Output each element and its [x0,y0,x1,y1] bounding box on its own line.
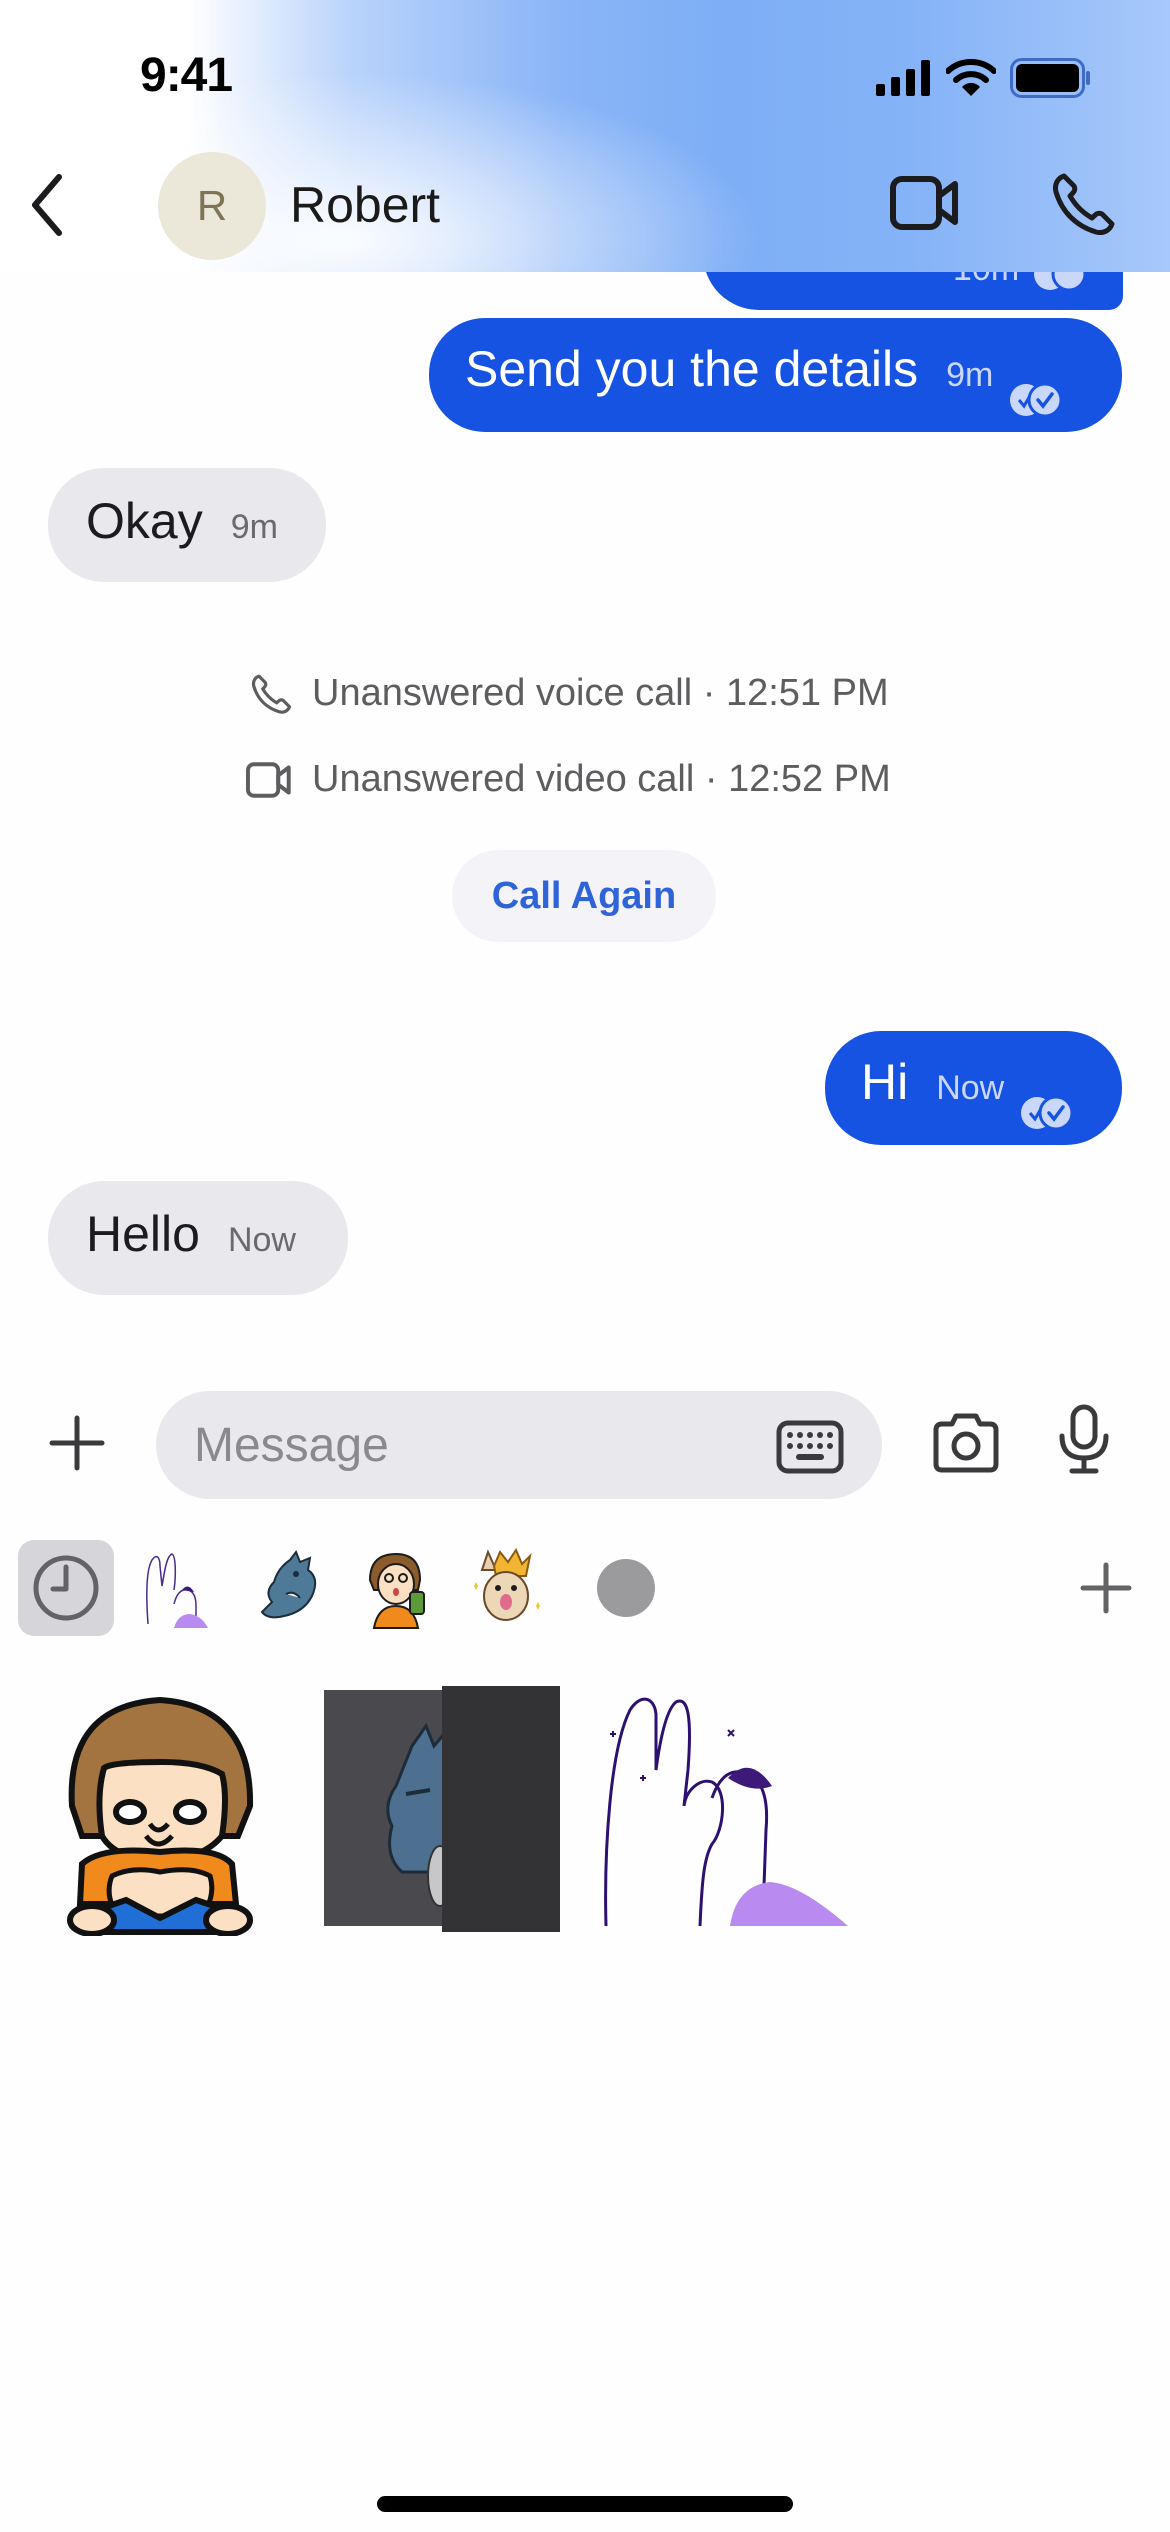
sticker-pack-icon [146,1553,208,1628]
attach-button[interactable] [48,1414,106,1477]
home-indicator[interactable] [377,2496,793,2512]
call-log-label: Unanswered video call · 12:52 PM [312,758,891,800]
sticker-tab-cat-pack[interactable] [242,1540,338,1636]
read-receipt-icon [1021,1095,1074,1131]
sticker-pack-icon [368,1552,425,1629]
sticker-tab-dog-pack[interactable] [458,1540,554,1636]
video-call-button[interactable] [890,176,960,235]
phone-icon [251,674,292,714]
message-bubble-received[interactable]: Hello Now [48,1181,348,1295]
chevron-left-icon [32,174,62,236]
message-time: Now [936,1069,1005,1107]
chat-header: 9:41 R Robert [0,0,1170,272]
sticker-hand-wave[interactable] [600,1690,850,1935]
battery-icon [1010,58,1090,98]
message-text: Okay [86,493,203,549]
sticker-tab-placeholder-pack[interactable] [578,1540,674,1636]
camera-button[interactable] [932,1410,1000,1479]
read-receipt-icon [1010,382,1063,418]
message-bubble-sent[interactable]: Send you the details 9m [429,318,1122,432]
sticker-cat-peeking[interactable] [322,1686,562,1937]
plus-icon [49,1415,105,1471]
video-camera-icon [890,176,958,230]
cat-peeking-door-sticker-image [324,1686,560,1932]
status-icons [876,58,1092,98]
message-input-container [156,1391,882,1499]
phone-icon [1053,173,1115,235]
sticker-pack-icon [474,1547,540,1621]
sticker-tab-girl-pack[interactable] [350,1540,446,1636]
call-log-voice: Unanswered voice call · 12:51 PM [250,672,889,715]
sticker-tab-recent[interactable] [18,1540,114,1636]
message-text: Hi [861,1054,909,1110]
keyboard-icon [776,1420,844,1474]
call-log-video: Unanswered video call · 12:52 PM [246,758,891,801]
wifi-icon [946,59,996,96]
contact-name[interactable]: Robert [290,176,440,234]
status-time: 9:41 [140,49,233,102]
microphone-button[interactable] [1056,1404,1112,1481]
call-log-label: Unanswered voice call · 12:51 PM [312,672,889,714]
message-time: Now [227,1221,296,1259]
hand-wave-person-sticker-image [604,1697,848,1927]
message-bubble-received[interactable]: Okay 9m [48,468,326,582]
keyboard-toggle-button[interactable] [776,1420,844,1479]
sticker-tab-hand-pack[interactable] [124,1540,220,1636]
message-bubble-sent[interactable]: Hi Now [825,1031,1122,1145]
microphone-icon [1059,1404,1109,1474]
message-text: Hello [86,1206,200,1262]
message-time: 9m [230,508,278,546]
girl-belly-sticker-image [67,1696,254,1937]
sticker-girl-belly[interactable] [52,1686,268,1941]
add-sticker-pack-button[interactable] [1080,1562,1132,1619]
sticker-pack-icon [260,1549,317,1619]
avatar[interactable]: R [158,152,266,260]
message-text: Send you the details [465,341,919,397]
sticker-pack-icon [597,1559,655,1617]
message-time: 9m [946,356,994,394]
voice-call-button[interactable] [1050,172,1116,241]
back-button[interactable] [22,170,72,240]
camera-icon [933,1413,999,1473]
plus-icon [1080,1562,1132,1614]
video-camera-icon [246,761,291,798]
call-again-button[interactable]: Call Again [452,850,716,942]
clock-icon [33,1555,99,1621]
message-input[interactable] [194,1417,714,1473]
cellular-signal-icon [876,60,930,96]
